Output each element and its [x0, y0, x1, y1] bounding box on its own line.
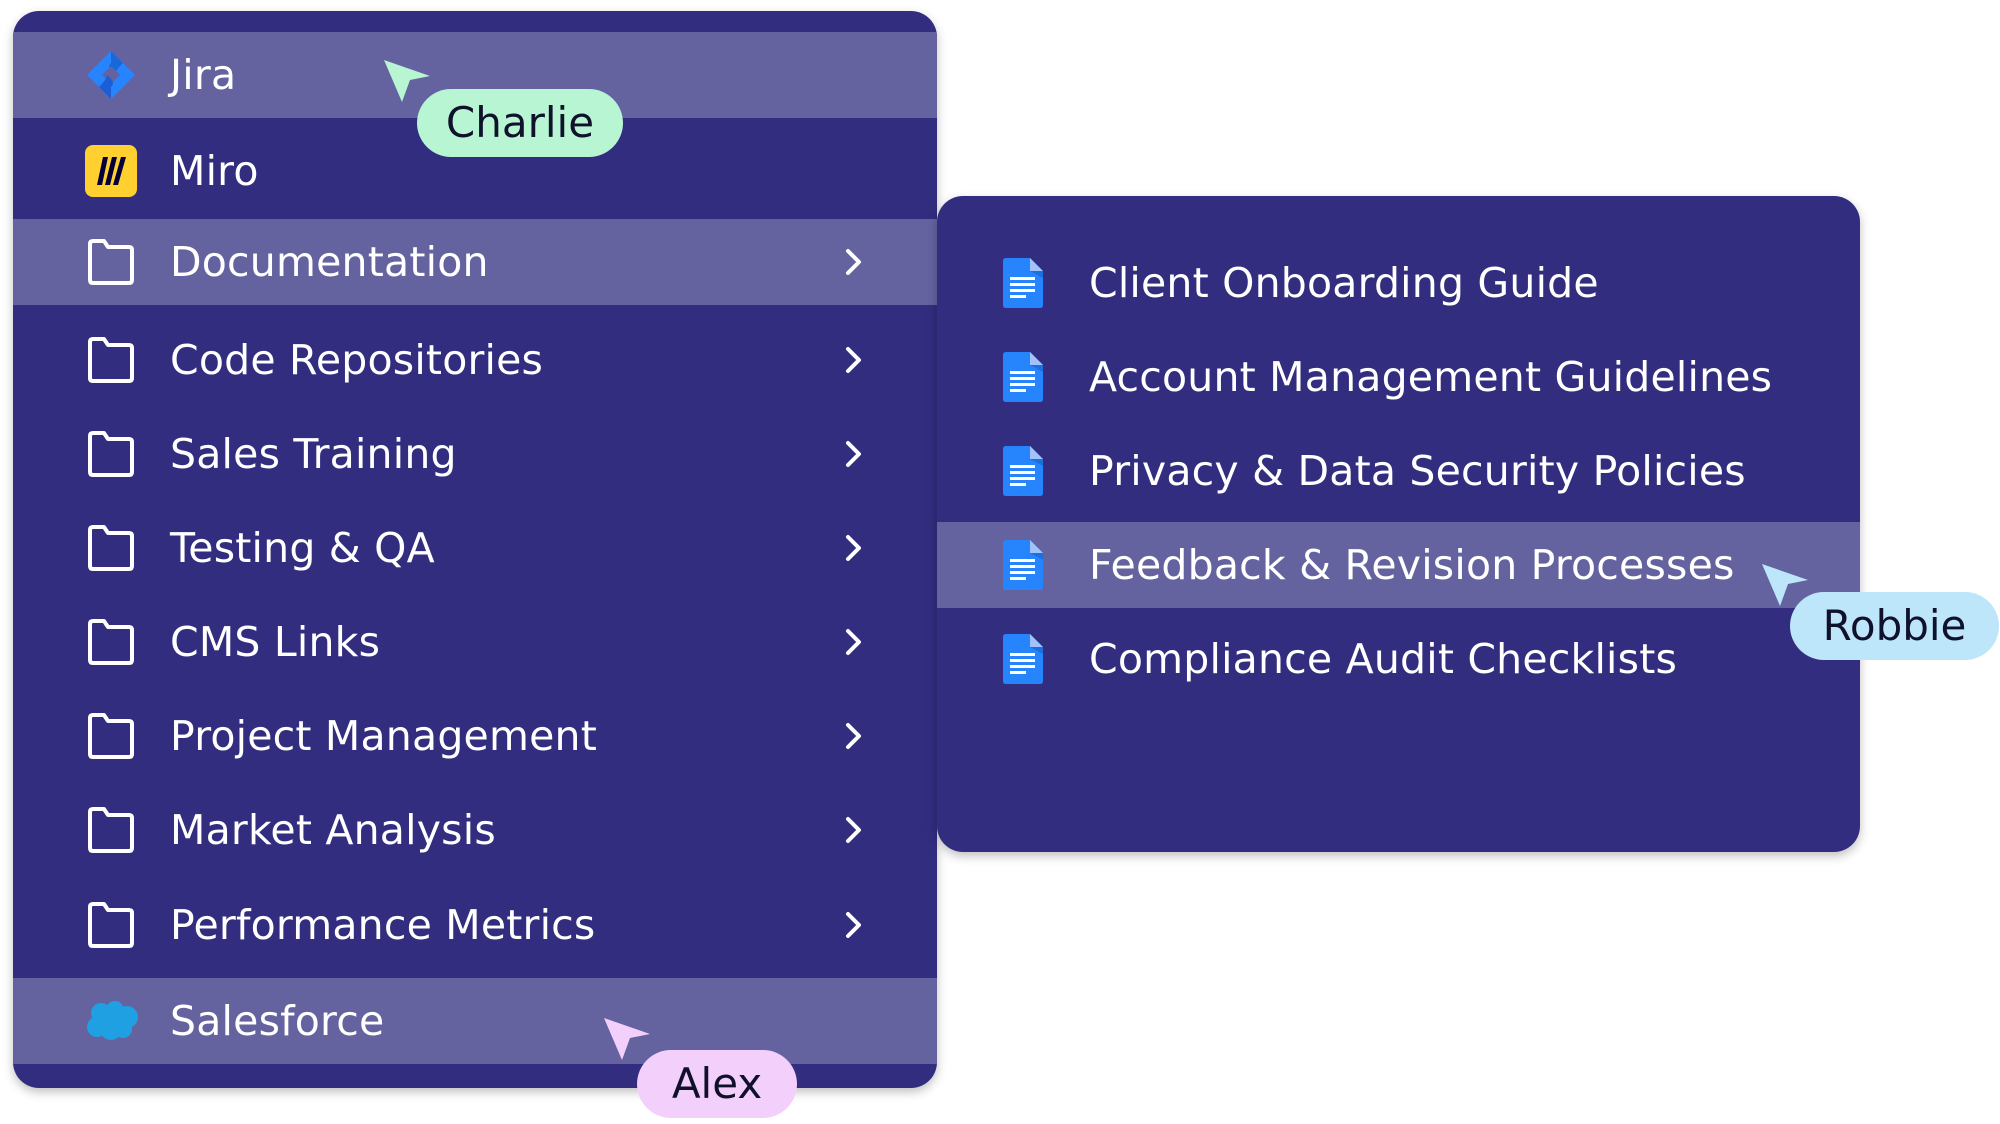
menu-item-label: Project Management [170, 712, 597, 760]
submenu-item-label: Compliance Audit Checklists [1089, 635, 1678, 683]
collaborator-badge-robbie: Robbie [1790, 592, 1999, 660]
chevron-right-icon [836, 342, 872, 378]
folder-icon [83, 897, 139, 953]
menu-item-performance-metrics[interactable]: Performance Metrics [13, 882, 937, 968]
folder-icon [83, 234, 139, 290]
chevron-right-icon [836, 907, 872, 943]
menu-item-label: CMS Links [170, 618, 381, 666]
folder-icon [83, 614, 139, 670]
main-menu: Jira Miro Documentation Code Repositorie… [13, 11, 937, 1088]
submenu-item-compliance-audit-checklists[interactable]: Compliance Audit Checklists [937, 616, 1860, 702]
chevron-right-icon [836, 436, 872, 472]
menu-item-testing-qa[interactable]: Testing & QA [13, 505, 937, 591]
folder-icon [83, 520, 139, 576]
menu-item-salesforce[interactable]: Salesforce [13, 978, 937, 1064]
menu-item-label: Performance Metrics [170, 901, 596, 949]
salesforce-logo-icon [83, 993, 139, 1049]
menu-item-sales-training[interactable]: Sales Training [13, 411, 937, 497]
folder-icon [83, 802, 139, 858]
google-doc-icon [1001, 537, 1045, 593]
folder-icon [83, 332, 139, 388]
menu-item-project-management[interactable]: Project Management [13, 693, 937, 779]
chevron-right-icon [836, 812, 872, 848]
submenu-item-privacy-data-security-policies[interactable]: Privacy & Data Security Policies [937, 428, 1860, 514]
submenu-item-account-management-guidelines[interactable]: Account Management Guidelines [937, 334, 1860, 420]
miro-logo-icon [83, 143, 139, 199]
menu-item-market-analysis[interactable]: Market Analysis [13, 787, 937, 873]
submenu-item-label: Account Management Guidelines [1089, 353, 1773, 401]
submenu-item-feedback-revision-processes[interactable]: Feedback & Revision Processes [937, 522, 1860, 608]
menu-item-documentation[interactable]: Documentation [13, 219, 937, 305]
google-doc-icon [1001, 349, 1045, 405]
submenu-item-label: Feedback & Revision Processes [1089, 541, 1735, 589]
chevron-right-icon [836, 718, 872, 754]
menu-item-label: Code Repositories [170, 336, 544, 384]
chevron-right-icon [836, 530, 872, 566]
folder-icon [83, 426, 139, 482]
chevron-right-icon [836, 624, 872, 660]
cursor-alex-icon [604, 1018, 650, 1060]
submenu-item-label: Client Onboarding Guide [1089, 259, 1599, 307]
menu-item-label: Jira [170, 51, 237, 99]
chevron-right-icon [836, 244, 872, 280]
documentation-submenu: Client Onboarding Guide Account Manageme… [937, 196, 1860, 852]
menu-item-label: Testing & QA [170, 524, 435, 572]
google-doc-icon [1001, 255, 1045, 311]
menu-item-label: Market Analysis [170, 806, 496, 854]
menu-item-label: Documentation [170, 238, 489, 286]
submenu-item-label: Privacy & Data Security Policies [1089, 447, 1746, 495]
folder-icon [83, 708, 139, 764]
google-doc-icon [1001, 631, 1045, 687]
collaborator-badge-charlie: Charlie [417, 89, 623, 157]
menu-item-label: Salesforce [170, 997, 385, 1045]
collaborator-badge-alex: Alex [637, 1050, 797, 1118]
menu-item-cms-links[interactable]: CMS Links [13, 599, 937, 685]
submenu-item-client-onboarding-guide[interactable]: Client Onboarding Guide [937, 240, 1860, 326]
jira-logo-icon [83, 47, 139, 103]
menu-item-code-repositories[interactable]: Code Repositories [13, 317, 937, 403]
google-doc-icon [1001, 443, 1045, 499]
menu-item-label: Sales Training [170, 430, 457, 478]
menu-item-label: Miro [170, 147, 259, 195]
